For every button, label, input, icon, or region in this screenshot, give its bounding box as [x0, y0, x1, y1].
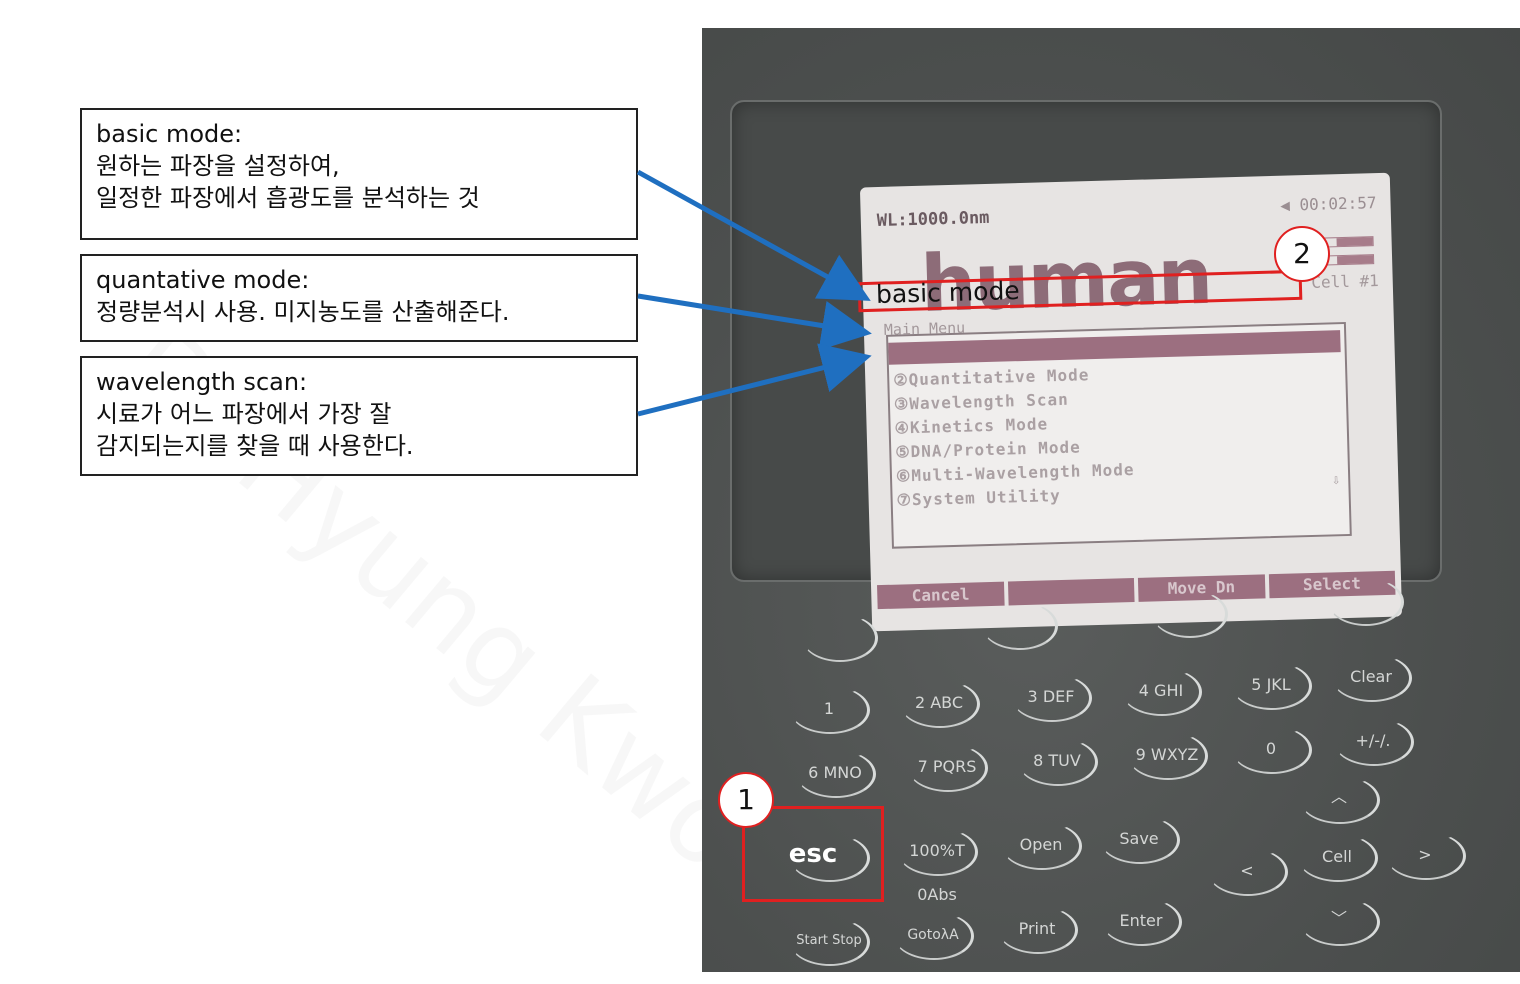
arrow-basic-mode: [636, 169, 871, 301]
annotation-arrows: [636, 169, 872, 417]
arrow-wavelength-scan: [637, 343, 872, 417]
arrow-quantative-mode: [637, 293, 872, 351]
